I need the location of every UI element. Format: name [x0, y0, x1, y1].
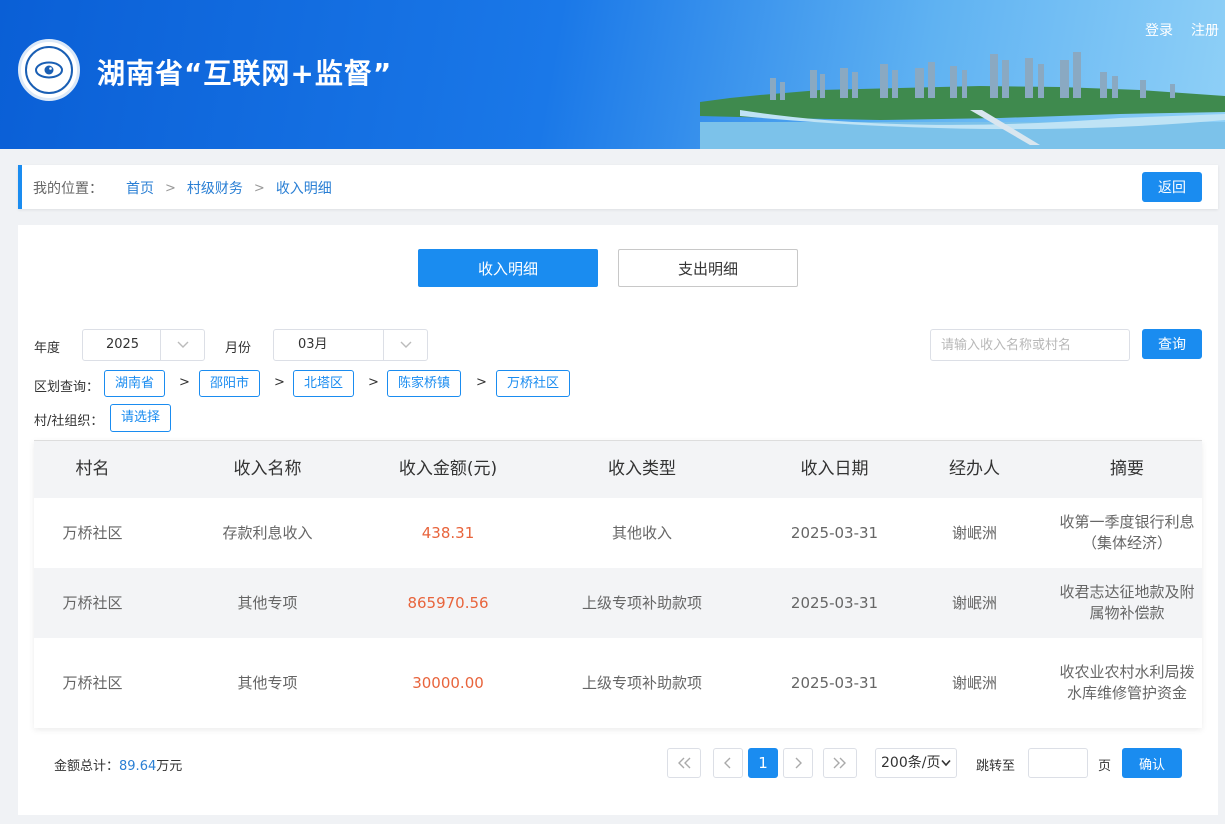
breadcrumb-home[interactable]: 首页	[126, 178, 154, 198]
double-left-icon[interactable]	[667, 748, 701, 778]
header-handler: 经办人	[949, 459, 1000, 479]
total-value: 89.64	[119, 759, 157, 774]
chevron-down-icon	[160, 330, 204, 360]
login-link[interactable]: 登录	[1145, 20, 1173, 40]
cell-type: 上级专项补助款项	[581, 593, 702, 612]
region-city[interactable]: 邵阳市	[199, 370, 261, 397]
chevron-down-icon	[941, 749, 951, 777]
site-title: 湖南省“互联网+监督”	[97, 57, 393, 90]
cell-summary: 收第一季度银行利息（集体经济）	[1059, 513, 1195, 552]
top-links: 登录 注册	[1145, 20, 1219, 40]
cell-amount: 438.31	[421, 523, 475, 542]
header-summary: 摘要	[1110, 459, 1144, 479]
year-value: 2025	[105, 337, 140, 352]
region-separator: >	[368, 375, 379, 390]
cell-village: 万桥社区	[62, 673, 123, 692]
total-label: 金额总计：	[54, 759, 120, 774]
cell-date: 2025-03-31	[790, 523, 879, 542]
search-input[interactable]	[930, 329, 1130, 361]
breadcrumb-income-detail[interactable]: 收入明细	[276, 178, 332, 198]
breadcrumb-label: 我的位置：	[33, 181, 103, 197]
breadcrumb-separator: >	[253, 180, 265, 196]
cell-date: 2025-03-31	[790, 593, 879, 612]
cell-amount: 865970.56	[407, 593, 489, 612]
jump-label: 跳转至	[976, 759, 1016, 774]
cell-village: 万桥社区	[62, 523, 123, 542]
cell-handler: 谢岷洲	[951, 523, 997, 542]
table-header-row: 村名 收入名称 收入金额(元) 收入类型 收入日期 经办人 摘要	[34, 441, 1202, 498]
breadcrumb-separator: >	[165, 180, 176, 196]
per-page-value: 200条/页	[881, 755, 941, 771]
org-select-button[interactable]: 请选择	[110, 404, 172, 432]
month-label: 月份	[225, 341, 252, 356]
total-amount: 金额总计：89.64万元	[54, 755, 182, 774]
region-separator: >	[476, 375, 487, 390]
cell-summary: 收农业农村水利局拨水库维修管护资金	[1059, 663, 1195, 702]
table-row[interactable]: 万桥社区 其他专项 865970.56 上级专项补助款项 2025-03-31 …	[34, 568, 1202, 638]
cell-date: 2025-03-31	[790, 673, 879, 692]
search-button[interactable]: 查询	[1142, 329, 1202, 359]
region-label: 区划查询：	[34, 380, 100, 395]
income-table: 村名 收入名称 收入金额(元) 收入类型 收入日期 经办人 摘要 万桥社区 存款…	[34, 440, 1202, 728]
confirm-button[interactable]: 确认	[1122, 748, 1182, 778]
org-label: 村/社组织：	[34, 414, 104, 429]
month-value: 03月	[298, 337, 328, 352]
main-panel: 收入明细 支出明细 年度 2025 月份 03月 查询 区划查询： 湖南省 > …	[18, 225, 1218, 815]
site-header: 湖南省“互联网+监督” 登录 注册	[0, 0, 1225, 149]
tab-expense-detail[interactable]: 支出明细	[618, 249, 798, 287]
cell-handler: 谢岷洲	[951, 593, 997, 612]
double-right-icon[interactable]	[823, 748, 857, 778]
tab-income-detail[interactable]: 收入明细	[418, 249, 598, 287]
table-row[interactable]: 万桥社区 存款利息收入 438.31 其他收入 2025-03-31 谢岷洲 收…	[34, 498, 1202, 568]
region-district[interactable]: 北塔区	[293, 370, 355, 397]
year-label: 年度	[34, 341, 61, 356]
breadcrumb: 我的位置： 首页 > 村级财务 > 收入明细 返回	[18, 165, 1218, 209]
page-unit: 页	[1098, 759, 1112, 774]
page-current-button[interactable]: 1	[748, 748, 778, 778]
cell-income-name: 存款利息收入	[222, 523, 313, 542]
header-type: 收入类型	[608, 459, 676, 479]
breadcrumb-links: 首页 > 村级财务 > 收入明细	[126, 178, 332, 198]
cell-type: 上级专项补助款项	[581, 673, 702, 692]
cell-type: 其他收入	[611, 523, 672, 542]
register-link[interactable]: 注册	[1191, 20, 1219, 40]
logo-emblem-icon	[18, 39, 80, 101]
total-unit: 万元	[156, 759, 183, 774]
cell-income-name: 其他专项	[237, 673, 298, 692]
header-date: 收入日期	[800, 459, 869, 479]
region-town[interactable]: 陈家桥镇	[387, 370, 462, 397]
city-skyline-image	[700, 52, 1225, 149]
header-income-name: 收入名称	[233, 459, 302, 479]
cell-village: 万桥社区	[62, 593, 123, 612]
month-select[interactable]: 03月	[273, 329, 428, 361]
left-icon[interactable]	[713, 748, 743, 778]
table-row[interactable]: 万桥社区 其他专项 30000.00 上级专项补助款项 2025-03-31 谢…	[34, 638, 1202, 728]
region-separator: >	[179, 375, 190, 390]
cell-summary: 收君志达征地款及附属物补偿款	[1059, 583, 1195, 622]
region-community[interactable]: 万桥社区	[496, 370, 571, 397]
breadcrumb-village-finance[interactable]: 村级财务	[187, 178, 243, 198]
header-amount: 收入金额(元)	[398, 459, 498, 479]
cell-amount: 30000.00	[412, 673, 484, 692]
cell-handler: 谢岷洲	[951, 673, 997, 692]
chevron-down-icon	[383, 330, 427, 360]
cell-income-name: 其他专项	[237, 593, 298, 612]
back-button[interactable]: 返回	[1142, 172, 1202, 202]
region-separator: >	[274, 375, 285, 390]
year-select[interactable]: 2025	[82, 329, 205, 361]
per-page-select[interactable]: 200条/页	[875, 748, 957, 778]
right-icon[interactable]	[783, 748, 813, 778]
jump-page-input[interactable]	[1028, 748, 1088, 778]
header-village: 村名	[75, 459, 110, 479]
region-province[interactable]: 湖南省	[104, 370, 166, 397]
